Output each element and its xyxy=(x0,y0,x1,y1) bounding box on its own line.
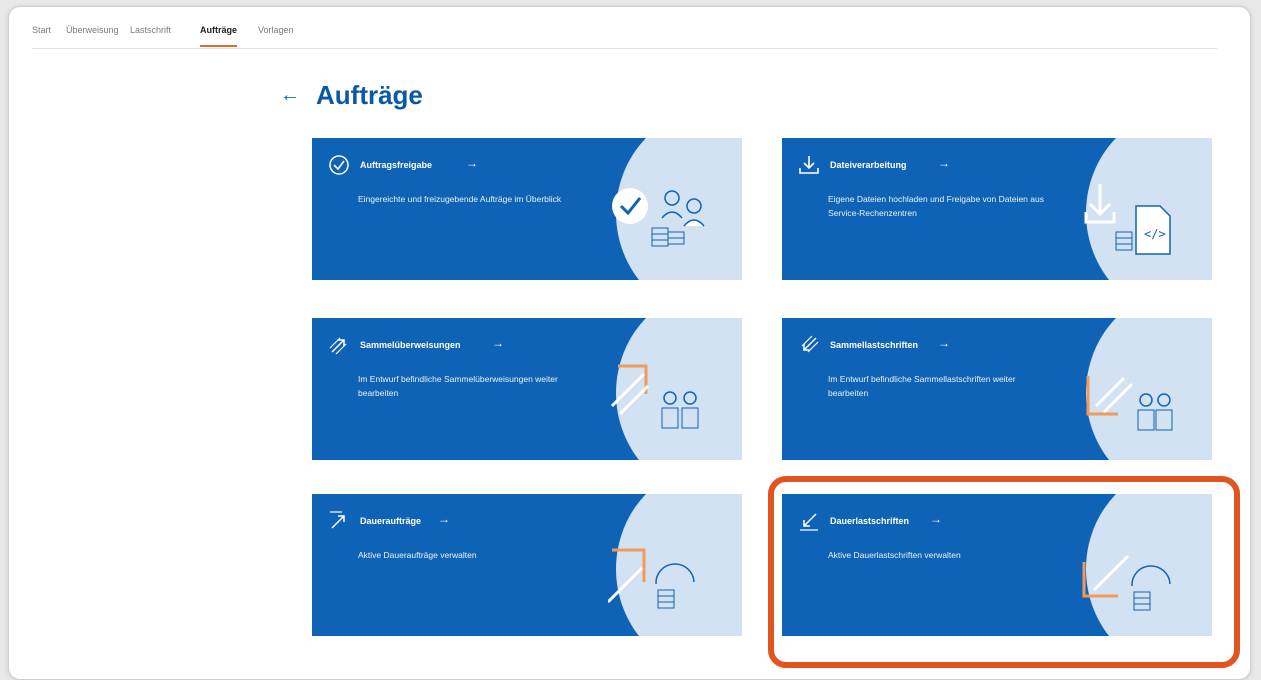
tile-description: Eingereichte und freizugebende Aufträge … xyxy=(358,194,562,204)
nav-item-lastschrift[interactable]: Lastschrift xyxy=(130,25,171,45)
arrow-right-icon: → xyxy=(930,512,942,526)
nav-item-start[interactable]: Start xyxy=(32,25,51,45)
tile-dauerlastschriften[interactable]: Dauerlastschriften → Aktive Dauerlastsch… xyxy=(782,494,1212,636)
arrow-right-icon: → xyxy=(466,156,478,170)
arrow-right-icon: → xyxy=(438,512,450,526)
tile-description: Im Entwurf befindliche Sammelüberweisung… xyxy=(358,374,558,398)
check-circle-icon xyxy=(329,155,349,175)
tile-sammellastschriften[interactable]: Sammellastschriften → Im Entwurf befindl… xyxy=(782,318,1212,460)
tile-description: Im Entwurf befindliche Sammellastschrift… xyxy=(828,374,1016,398)
page-title: Aufträge xyxy=(316,80,423,110)
outgoing-arrows-icon xyxy=(329,337,347,355)
bulk-transfer-illustration-icon xyxy=(610,364,699,429)
nav-item-ueberweisung[interactable]: Überweisung xyxy=(66,25,119,45)
tile-title: Auftragsfreigabe xyxy=(360,160,433,170)
tile-title: Daueraufträge xyxy=(360,516,422,526)
arrow-right-icon: → xyxy=(938,156,950,170)
download-icon xyxy=(799,156,819,174)
tile-description: Eigene Dateien hochladen und Freigabe vo… xyxy=(828,194,1044,218)
tile-title: Sammelüberweisungen xyxy=(360,340,461,350)
tile-title: Dateiverarbeitung xyxy=(830,160,907,170)
tile-dauerauftraege[interactable]: Daueraufträge → Aktive Daueraufträge ver… xyxy=(312,494,742,636)
svg-text:</>: </> xyxy=(1144,227,1166,241)
tile-auftragsfreigabe[interactable]: Auftragsfreigabe → Eingereichte und frei… xyxy=(312,138,742,280)
top-navigation: Start Überweisung Lastschrift Aufträge V… xyxy=(32,22,1217,49)
arrow-right-icon: → xyxy=(492,336,504,350)
nav-item-auftraege[interactable]: Aufträge xyxy=(200,25,238,47)
tile-description: Aktive Daueraufträge verwalten xyxy=(358,550,477,560)
direct-debit-illustration-icon xyxy=(1082,554,1171,611)
standing-order-illustration-icon xyxy=(608,548,695,609)
tile-dateiverarbeitung[interactable]: Dateiverarbeitung → Eigene Dateien hochl… xyxy=(782,138,1212,280)
file-upload-illustration-icon: </> xyxy=(1084,184,1171,255)
tile-title: Dauerlastschriften xyxy=(830,516,910,526)
tile-title: Sammellastschriften xyxy=(830,340,919,350)
tile-sammelueberweisungen[interactable]: Sammelüberweisungen → Im Entwurf befindl… xyxy=(312,318,742,460)
arrow-right-icon: → xyxy=(938,336,950,350)
page-heading: ← Aufträge xyxy=(280,80,423,111)
incoming-arrows-icon xyxy=(801,335,819,353)
incoming-arrow-icon xyxy=(800,513,818,531)
tile-description: Aktive Dauerlastschriften verwalten xyxy=(828,550,961,560)
outgoing-arrow-icon xyxy=(330,511,345,529)
back-arrow-icon[interactable]: ← xyxy=(280,84,300,107)
bulk-debit-illustration-icon xyxy=(1086,376,1173,431)
nav-item-vorlagen[interactable]: Vorlagen xyxy=(258,25,294,45)
approval-people-illustration-icon xyxy=(612,188,705,247)
